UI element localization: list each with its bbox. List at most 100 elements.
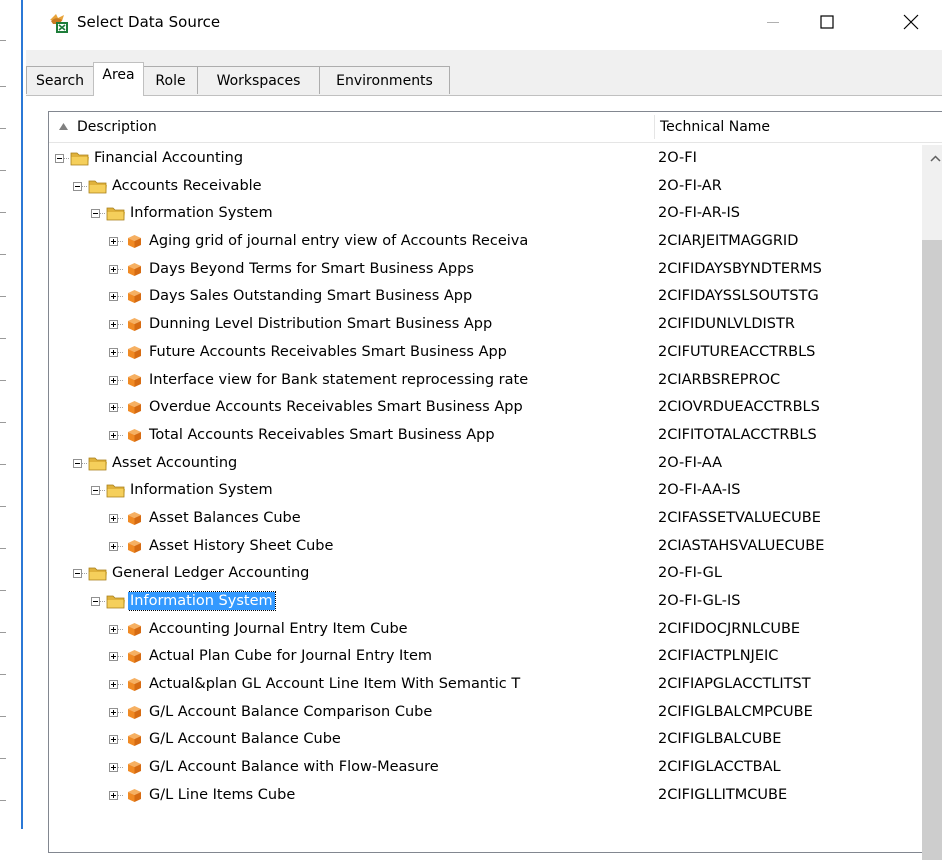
row-description[interactable]: Actual Plan Cube for Journal Entry Item	[147, 643, 434, 671]
tab-area[interactable]: Area	[93, 62, 144, 96]
row-description[interactable]: G/L Line Items Cube	[147, 782, 297, 810]
close-button[interactable]	[888, 0, 934, 44]
row-description[interactable]: Accounting Journal Entry Item Cube	[147, 616, 410, 644]
row-technical-name[interactable]: 2O-FI-GL	[658, 560, 722, 588]
row-description[interactable]: Future Accounts Receivables Smart Busine…	[147, 339, 509, 367]
expand-icon[interactable]	[109, 680, 118, 690]
expand-icon[interactable]	[109, 763, 118, 773]
tree-cube-row[interactable]: Accounting Journal Entry Item Cube 2CIFID…	[49, 616, 919, 644]
row-description[interactable]: Information System	[128, 200, 275, 228]
row-description[interactable]: Information System	[128, 591, 276, 611]
tree-cube-row[interactable]: Days Sales Outstanding Smart Business Ap…	[49, 283, 919, 311]
tree-cube-row[interactable]: Asset History Sheet Cube 2CIASTAHSVALUECU…	[49, 533, 919, 561]
collapse-icon[interactable]	[91, 209, 100, 219]
tree-folder-row[interactable]: Information System 2O-FI-AR-IS	[49, 200, 919, 228]
row-description[interactable]: Overdue Accounts Receivables Smart Busin…	[147, 394, 525, 422]
row-technical-name[interactable]: 2CIFIGLBALCUBE	[658, 726, 781, 754]
row-description[interactable]: Asset Accounting	[110, 450, 239, 478]
column-header-technical-name[interactable]: Technical Name	[660, 112, 770, 142]
row-technical-name[interactable]: 2CIARBSREPROC	[658, 367, 780, 395]
collapse-icon[interactable]	[73, 569, 82, 579]
row-technical-name[interactable]: 2CIFIDOCJRNLCUBE	[658, 616, 800, 644]
expand-icon[interactable]	[109, 264, 118, 274]
row-technical-name[interactable]: 2CIFIGLLITMCUBE	[658, 782, 787, 810]
expand-icon[interactable]	[109, 513, 118, 523]
expand-icon[interactable]	[109, 790, 118, 800]
expand-icon[interactable]	[109, 375, 118, 385]
row-technical-name[interactable]: 2O-FI	[658, 145, 697, 173]
expand-icon[interactable]	[109, 237, 118, 247]
row-description[interactable]: Accounts Receivable	[110, 173, 264, 201]
row-description[interactable]: Dunning Level Distribution Smart Busines…	[147, 311, 494, 339]
row-technical-name[interactable]: 2CIFITOTALACCTRBLS	[658, 422, 817, 450]
row-technical-name[interactable]: 2O-FI-GL-IS	[658, 588, 740, 616]
column-divider[interactable]	[654, 115, 655, 139]
row-description[interactable]: Aging grid of journal entry view of Acco…	[147, 228, 530, 256]
expand-icon[interactable]	[109, 320, 118, 330]
collapse-icon[interactable]	[55, 154, 64, 163]
row-technical-name[interactable]: 2CIFIGLACCTBAL	[658, 754, 781, 782]
row-description[interactable]: G/L Account Balance Cube	[147, 726, 343, 754]
tree-folder-row[interactable]: Asset Accounting 2O-FI-AA	[49, 450, 919, 478]
tab-search[interactable]: Search	[26, 66, 94, 94]
row-description[interactable]: G/L Account Balance Comparison Cube	[147, 699, 434, 727]
row-technical-name[interactable]: 2CIARJEITMAGGRID	[658, 228, 798, 256]
collapse-icon[interactable]	[91, 486, 100, 496]
tree-cube-row[interactable]: Total Accounts Receivables Smart Busines…	[49, 422, 919, 450]
collapse-icon[interactable]	[73, 181, 82, 191]
scroll-up-button[interactable]	[922, 145, 942, 171]
tree-cube-row[interactable]: Future Accounts Receivables Smart Busine…	[49, 339, 919, 367]
expand-icon[interactable]	[109, 347, 118, 357]
expand-icon[interactable]	[109, 652, 118, 662]
row-technical-name[interactable]: 2CIASTAHSVALUECUBE	[658, 533, 824, 561]
tree-cube-row[interactable]: Interface view for Bank statement reproc…	[49, 367, 919, 395]
row-technical-name[interactable]: 2O-FI-AA	[658, 450, 722, 478]
expand-icon[interactable]	[109, 707, 118, 717]
column-header-description[interactable]: Description	[77, 112, 157, 142]
row-technical-name[interactable]: 2CIFIGLBALCMPCUBE	[658, 699, 813, 727]
tab-role[interactable]: Role	[143, 66, 198, 94]
row-description[interactable]: Total Accounts Receivables Smart Busines…	[147, 422, 497, 450]
row-description[interactable]: Days Sales Outstanding Smart Business Ap…	[147, 283, 474, 311]
tree-folder-row[interactable]: Information System 2O-FI-GL-IS	[49, 588, 919, 616]
tree-folder-row[interactable]: Financial Accounting 2O-FI	[49, 145, 919, 173]
row-technical-name[interactable]: 2CIFIDUNLVLDISTR	[658, 311, 795, 339]
expand-icon[interactable]	[109, 292, 118, 302]
data-source-tree[interactable]: Description Technical Name Financial Acc…	[48, 111, 942, 860]
vertical-scrollbar[interactable]	[922, 145, 942, 860]
tree-folder-row[interactable]: General Ledger Accounting 2O-FI-GL	[49, 560, 919, 588]
tree-cube-row[interactable]: Dunning Level Distribution Smart Busines…	[49, 311, 919, 339]
row-technical-name[interactable]: 2CIFUTUREACCTRBLS	[658, 339, 815, 367]
row-technical-name[interactable]: 2O-FI-AR	[658, 173, 722, 201]
tree-cube-row[interactable]: Aging grid of journal entry view of Acco…	[49, 228, 919, 256]
tree-cube-row[interactable]: G/L Account Balance Comparison Cube 2CIFI…	[49, 699, 919, 727]
tab-environments[interactable]: Environments	[319, 66, 450, 94]
row-description[interactable]: Financial Accounting	[92, 145, 245, 173]
collapse-icon[interactable]	[91, 597, 100, 606]
row-technical-name[interactable]: 2CIFIDAYSBYNDTERMS	[658, 256, 822, 284]
tree-cube-row[interactable]: G/L Account Balance with Flow-Measure 2CI…	[49, 754, 919, 782]
row-technical-name[interactable]: 2CIFIDAYSSLSOUTSTG	[658, 283, 819, 311]
row-technical-name[interactable]: 2CIOVRDUEACCTRBLS	[658, 394, 820, 422]
row-technical-name[interactable]: 2CIFIACTPLNJEIC	[658, 643, 778, 671]
minimize-button[interactable]	[750, 0, 796, 44]
collapse-icon[interactable]	[73, 458, 82, 468]
row-description[interactable]: Information System	[128, 477, 275, 505]
expand-icon[interactable]	[109, 735, 118, 745]
tree-cube-row[interactable]: Overdue Accounts Receivables Smart Busin…	[49, 394, 919, 422]
tab-workspaces[interactable]: Workspaces	[197, 66, 320, 94]
expand-icon[interactable]	[109, 430, 118, 440]
tree-cube-row[interactable]: Days Beyond Terms for Smart Business App…	[49, 256, 919, 284]
expand-icon[interactable]	[109, 541, 118, 551]
row-description[interactable]: General Ledger Accounting	[110, 560, 311, 588]
tree-cube-row[interactable]: G/L Account Balance Cube 2CIFIGLBALCUBE	[49, 726, 919, 754]
row-description[interactable]: Days Beyond Terms for Smart Business App…	[147, 256, 476, 284]
row-technical-name[interactable]: 2O-FI-AR-IS	[658, 200, 740, 228]
expand-icon[interactable]	[109, 403, 118, 413]
tree-cube-row[interactable]: G/L Line Items Cube 2CIFIGLLITMCUBE	[49, 782, 919, 810]
row-description[interactable]: Actual&plan GL Account Line Item With Se…	[147, 671, 522, 699]
row-technical-name[interactable]: 2CIFASSETVALUECUBE	[658, 505, 821, 533]
expand-icon[interactable]	[109, 624, 118, 634]
tree-folder-row[interactable]: Information System 2O-FI-AA-IS	[49, 477, 919, 505]
row-description[interactable]: G/L Account Balance with Flow-Measure	[147, 754, 441, 782]
